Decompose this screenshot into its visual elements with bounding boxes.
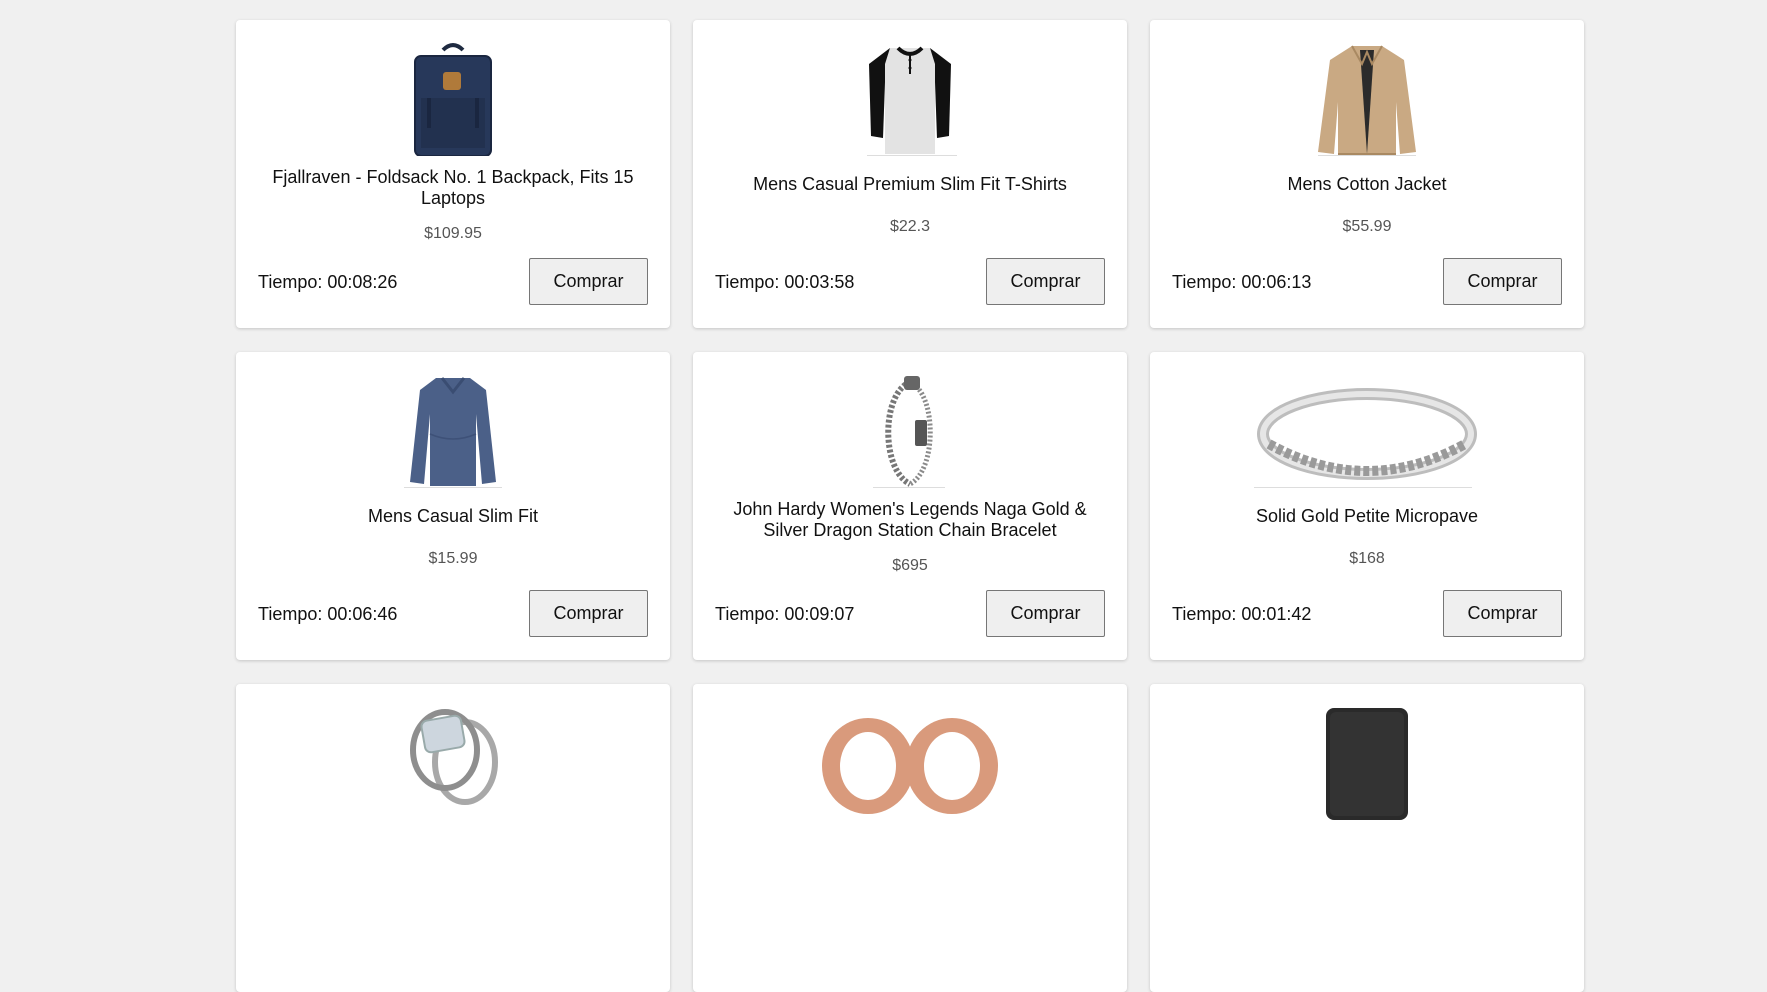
product-card [693,684,1127,992]
product-image-ring-set [236,706,670,820]
product-price: $22.3 [889,218,931,235]
product-image-hard-drive [1150,706,1584,820]
buy-button[interactable]: Comprar [1443,590,1562,637]
product-title: Mens Cotton Jacket [1287,174,1447,194]
product-card: Mens Casual Slim Fit $15.99 Tiempo: 00:0… [236,352,670,660]
product-image-bracelet [693,374,1127,488]
product-card: John Hardy Women's Legends Naga Gold & S… [693,352,1127,660]
buy-button[interactable]: Comprar [1443,258,1562,305]
product-card [236,684,670,992]
image-baseline [873,487,945,488]
product-image-jacket [1150,42,1584,156]
buy-button[interactable]: Comprar [529,590,648,637]
product-image-ring-band [1150,374,1584,488]
buy-button[interactable]: Comprar [529,258,648,305]
product-card: Mens Casual Premium Slim Fit T-Shirts $2… [693,20,1127,328]
image-baseline [1254,487,1472,488]
product-timer: Tiempo: 00:06:13 [1172,272,1312,292]
product-image-longsleeve [236,374,670,488]
product-card [1150,684,1584,992]
product-timer: Tiempo: 00:01:42 [1172,604,1312,624]
product-card: Mens Cotton Jacket $55.99 Tiempo: 00:06:… [1150,20,1584,328]
product-image-earrings-plugs [693,706,1127,820]
product-grid: Fjallraven - Foldsack No. 1 Backpack, Fi… [236,20,1584,992]
product-title: Fjallraven - Foldsack No. 1 Backpack, Fi… [272,167,634,208]
product-card: Fjallraven - Foldsack No. 1 Backpack, Fi… [236,20,670,328]
product-title: John Hardy Women's Legends Naga Gold & S… [733,499,1087,540]
image-baseline [404,487,502,488]
product-image-tshirt [693,42,1127,156]
product-image-backpack [236,42,670,156]
product-timer: Tiempo: 00:09:07 [715,604,855,624]
product-price: $168 [1349,550,1385,567]
image-baseline [867,155,957,156]
product-price: $109.95 [424,225,482,242]
product-price: $15.99 [428,550,478,567]
buy-button[interactable]: Comprar [986,258,1105,305]
product-timer: Tiempo: 00:06:46 [258,604,398,624]
product-card: Solid Gold Petite Micropave $168 Tiempo:… [1150,352,1584,660]
product-title: Mens Casual Slim Fit [367,506,539,526]
product-price: $55.99 [1342,218,1392,235]
product-title: Solid Gold Petite Micropave [1255,506,1479,526]
product-timer: Tiempo: 00:08:26 [258,272,398,292]
product-timer: Tiempo: 00:03:58 [715,272,855,292]
image-baseline [1318,155,1416,156]
product-title: Mens Casual Premium Slim Fit T-Shirts [753,174,1067,194]
buy-button[interactable]: Comprar [986,590,1105,637]
product-price: $695 [892,557,928,574]
